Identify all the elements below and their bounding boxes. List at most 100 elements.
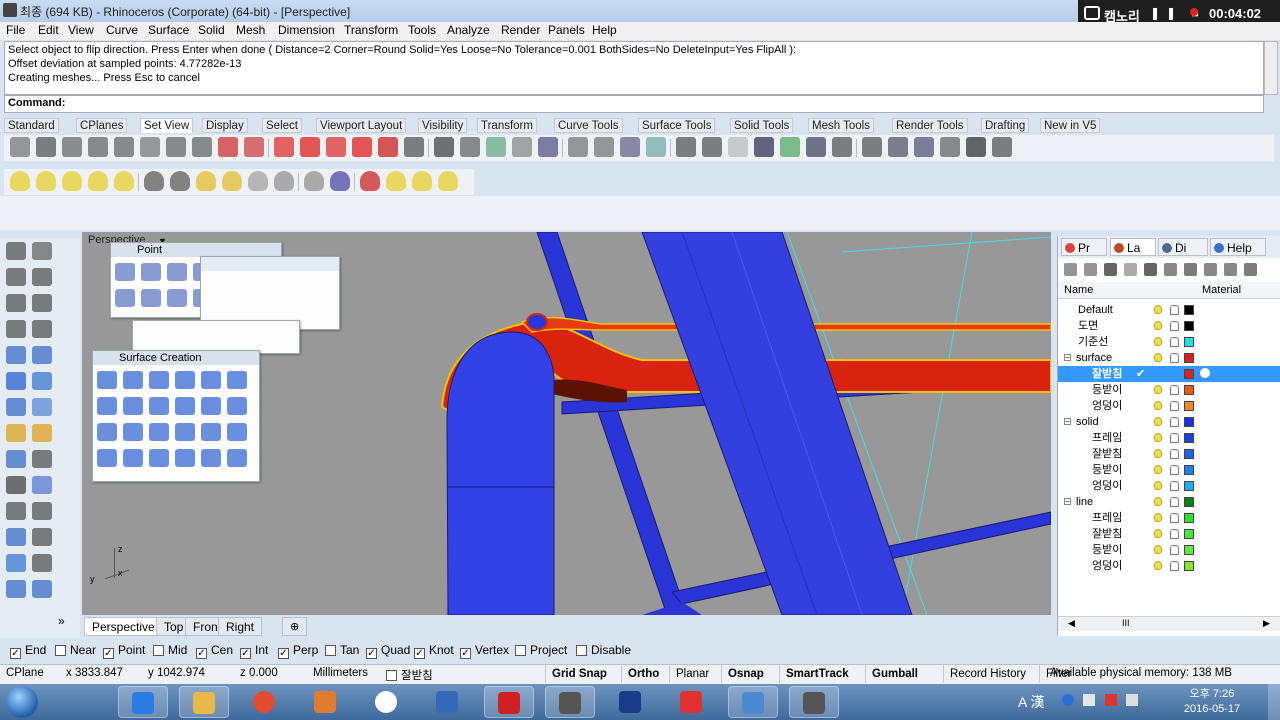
layer-row[interactable]: 등받이 bbox=[1058, 462, 1280, 478]
taskbar-button[interactable] bbox=[301, 686, 351, 718]
flyout-tool-icon[interactable] bbox=[201, 423, 221, 441]
flyout-tool-icon[interactable] bbox=[123, 371, 143, 389]
layer-row[interactable]: 프레임 bbox=[1058, 510, 1280, 526]
left-tool-icon[interactable] bbox=[6, 294, 26, 312]
layer-color-swatch[interactable] bbox=[1184, 321, 1194, 331]
layer-color-swatch[interactable] bbox=[1184, 561, 1194, 571]
layer-list-hscrollbar[interactable]: ◀ III ▶ bbox=[1058, 616, 1280, 631]
layer-visible-bulb-icon[interactable] bbox=[1154, 545, 1162, 554]
menu-mesh[interactable]: Mesh bbox=[236, 23, 265, 37]
flyout-tool-icon[interactable] bbox=[115, 289, 135, 307]
layer-color-swatch[interactable] bbox=[1184, 353, 1194, 363]
toolbar-tool-icon[interactable] bbox=[192, 137, 212, 157]
flyout-tool-icon[interactable] bbox=[201, 449, 221, 467]
visibility-tool-icon[interactable] bbox=[386, 171, 406, 191]
flyout-tool-icon[interactable] bbox=[201, 397, 221, 415]
osnap-knot[interactable]: ✓ Knot bbox=[414, 643, 454, 659]
osnap-checkbox[interactable] bbox=[325, 645, 336, 656]
layer-lock-icon[interactable] bbox=[1170, 497, 1179, 507]
layer-lock-icon[interactable] bbox=[1170, 449, 1179, 459]
toolbar-tool-icon[interactable] bbox=[646, 137, 666, 157]
taskbar-button[interactable] bbox=[423, 686, 473, 718]
left-tool-icon[interactable] bbox=[6, 424, 26, 442]
toolbar-tool-icon[interactable] bbox=[166, 137, 186, 157]
left-tool-icon[interactable] bbox=[32, 554, 52, 572]
surface-flyout-header[interactable]: Surface Creation bbox=[93, 351, 259, 365]
flyout-tool-icon[interactable] bbox=[97, 449, 117, 467]
left-tool-icon[interactable] bbox=[32, 268, 52, 286]
curve-flyout-header[interactable] bbox=[201, 257, 339, 271]
toolbar-tool-icon[interactable] bbox=[594, 137, 614, 157]
layer-lock-icon[interactable] bbox=[1170, 529, 1179, 539]
left-tool-icon[interactable] bbox=[32, 450, 52, 468]
toolbar-tool-icon[interactable] bbox=[992, 137, 1012, 157]
visibility-tool-icon[interactable] bbox=[438, 171, 458, 191]
layer-lock-icon[interactable] bbox=[1170, 481, 1179, 491]
left-tool-icon[interactable] bbox=[6, 450, 26, 468]
osnap-near[interactable]: Near bbox=[55, 643, 96, 657]
flyout-tool-icon[interactable] bbox=[123, 423, 143, 441]
layer-color-swatch[interactable] bbox=[1184, 385, 1194, 395]
layer-lock-icon[interactable] bbox=[1170, 385, 1179, 395]
toolbar-tool-icon[interactable] bbox=[140, 137, 160, 157]
toolbar-tool-icon[interactable] bbox=[780, 137, 800, 157]
toolbar-tool-icon[interactable] bbox=[460, 137, 480, 157]
taskbar-button[interactable] bbox=[789, 686, 839, 718]
flyout-tool-icon[interactable] bbox=[115, 263, 135, 281]
status-gumball-button[interactable]: Gumball bbox=[865, 665, 924, 683]
toolbar-tool-icon[interactable] bbox=[966, 137, 986, 157]
scroll-thumb[interactable]: III bbox=[1122, 618, 1130, 628]
visibility-tool-icon[interactable] bbox=[114, 171, 134, 191]
left-tool-icon[interactable] bbox=[32, 346, 52, 364]
flyout-tool-icon[interactable] bbox=[175, 449, 195, 467]
visibility-tool-icon[interactable] bbox=[196, 171, 216, 191]
flyout-tool-icon[interactable] bbox=[167, 263, 187, 281]
taskbar-button[interactable] bbox=[606, 686, 656, 718]
layer-color-swatch[interactable] bbox=[1184, 513, 1194, 523]
layer-tool-icon[interactable] bbox=[1204, 263, 1217, 276]
layer-visible-bulb-icon[interactable] bbox=[1154, 353, 1162, 362]
toolbar-tool-icon[interactable] bbox=[300, 137, 320, 157]
menu-analyze[interactable]: Analyze bbox=[447, 23, 490, 37]
left-tool-icon[interactable] bbox=[32, 372, 52, 390]
osnap-project[interactable]: Project bbox=[515, 643, 567, 657]
tab-set-view[interactable]: Set View bbox=[140, 118, 194, 133]
flyout-tool-icon[interactable] bbox=[97, 423, 117, 441]
visibility-tool-icon[interactable] bbox=[304, 171, 324, 191]
visibility-tool-icon[interactable] bbox=[222, 171, 242, 191]
column-material[interactable]: Material bbox=[1202, 284, 1241, 296]
tab-curve-tools[interactable]: Curve Tools bbox=[554, 118, 623, 133]
osnap-checkbox[interactable] bbox=[576, 645, 587, 656]
left-tool-icon[interactable] bbox=[6, 320, 26, 338]
menu-panels[interactable]: Panels bbox=[548, 23, 585, 37]
left-tool-icon[interactable] bbox=[32, 242, 52, 260]
layer-tool-icon[interactable] bbox=[1184, 263, 1197, 276]
tab-display[interactable]: Display bbox=[202, 118, 248, 133]
layer-visible-bulb-icon[interactable] bbox=[1154, 385, 1162, 394]
layer-color-swatch[interactable] bbox=[1184, 417, 1194, 427]
viewport-tab-right[interactable]: Right bbox=[218, 617, 263, 636]
tab-viewport-layout[interactable]: Viewport Layout bbox=[316, 118, 407, 133]
layer-visible-bulb-icon[interactable] bbox=[1154, 561, 1162, 570]
tab-solid-tools[interactable]: Solid Tools bbox=[730, 118, 794, 133]
panel-tab-help[interactable]: Help bbox=[1210, 238, 1266, 256]
layer-visible-bulb-icon[interactable] bbox=[1154, 513, 1162, 522]
layer-row[interactable]: 잘받침 ✔ bbox=[1058, 366, 1280, 382]
layer-expander-icon[interactable]: − bbox=[1064, 498, 1071, 506]
visibility-tool-icon[interactable] bbox=[330, 171, 350, 191]
layer-lock-icon[interactable] bbox=[1170, 321, 1179, 331]
command-history-scrollbar[interactable] bbox=[1264, 41, 1278, 95]
menu-curve[interactable]: Curve bbox=[106, 23, 138, 37]
layer-visible-bulb-icon[interactable] bbox=[1154, 465, 1162, 474]
flyout-tool-icon[interactable] bbox=[97, 397, 117, 415]
layer-tool-icon[interactable] bbox=[1124, 263, 1137, 276]
flyout-tool-icon[interactable] bbox=[149, 397, 169, 415]
show-desktop-button[interactable] bbox=[1268, 684, 1280, 720]
layer-visible-bulb-icon[interactable] bbox=[1154, 449, 1162, 458]
flyout-tool-icon[interactable] bbox=[175, 423, 195, 441]
osnap-checkbox[interactable] bbox=[515, 645, 526, 656]
layer-row[interactable]: − surface bbox=[1058, 350, 1280, 366]
visibility-tool-icon[interactable] bbox=[36, 171, 56, 191]
layer-visible-bulb-icon[interactable] bbox=[1154, 433, 1162, 442]
taskbar-button[interactable] bbox=[728, 686, 778, 718]
